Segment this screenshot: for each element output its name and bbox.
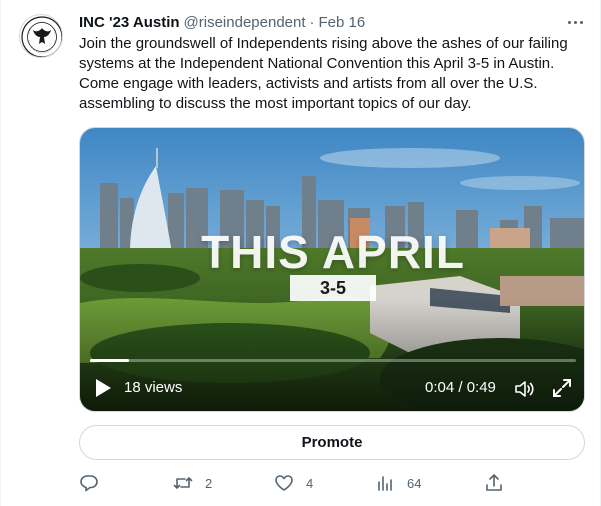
video-player[interactable]: THIS APRIL 3-5 18 views 0:04 / 0:49 <box>79 127 585 412</box>
play-icon[interactable] <box>92 377 114 399</box>
reply-button[interactable] <box>79 472 111 494</box>
volume-icon[interactable] <box>513 378 535 400</box>
like-button[interactable]: 4 <box>274 472 313 494</box>
display-name[interactable]: INC '23 Austin <box>79 14 180 31</box>
tweet-actions: 2 4 64 <box>79 472 519 494</box>
tweet-text-line: systems at the Independent National Conv… <box>79 55 555 72</box>
overlay-title: THIS APRIL <box>201 226 465 278</box>
analytics-button[interactable]: 64 <box>375 472 421 494</box>
separator-dot: · <box>309 13 315 31</box>
user-handle[interactable]: @riseindependent <box>184 14 306 31</box>
tweet[interactable]: INC '23 Austin @riseindependent · Feb 16… <box>0 0 601 506</box>
video-progress-bar[interactable] <box>90 359 576 362</box>
tweet-date[interactable]: Feb 16 <box>319 14 366 31</box>
view-count: 18 views <box>124 379 183 396</box>
views-count: 64 <box>407 475 422 491</box>
tweet-text-line: assembling to discuss the most important… <box>79 95 472 112</box>
like-icon <box>275 475 293 491</box>
tweet-header: INC '23 Austin @riseindependent · Feb 16 <box>79 12 365 32</box>
overlay-date: 3-5 <box>290 275 376 301</box>
tweet-text-line: Come engage with leaders, activists and … <box>79 75 538 92</box>
more-icon[interactable] <box>563 12 587 32</box>
promote-button[interactable]: Promote <box>79 425 585 460</box>
tweet-text-line: Join the groundswell of Independents ris… <box>79 35 568 52</box>
analytics-icon <box>378 476 392 491</box>
video-progress-fill <box>90 359 129 362</box>
reply-icon <box>80 475 98 492</box>
share-icon <box>486 474 502 491</box>
retweet-count: 2 <box>205 475 213 491</box>
retweet-icon <box>173 477 193 489</box>
fullscreen-icon[interactable] <box>552 378 572 398</box>
avatar[interactable] <box>19 14 63 58</box>
retweet-button[interactable]: 2 <box>173 472 212 494</box>
tweet-text: Join the groundswell of Independents ris… <box>79 34 589 114</box>
video-time: 0:04 / 0:49 <box>425 379 496 396</box>
share-button[interactable] <box>484 472 504 494</box>
convention-logo <box>21 16 62 57</box>
like-count: 4 <box>306 475 314 491</box>
